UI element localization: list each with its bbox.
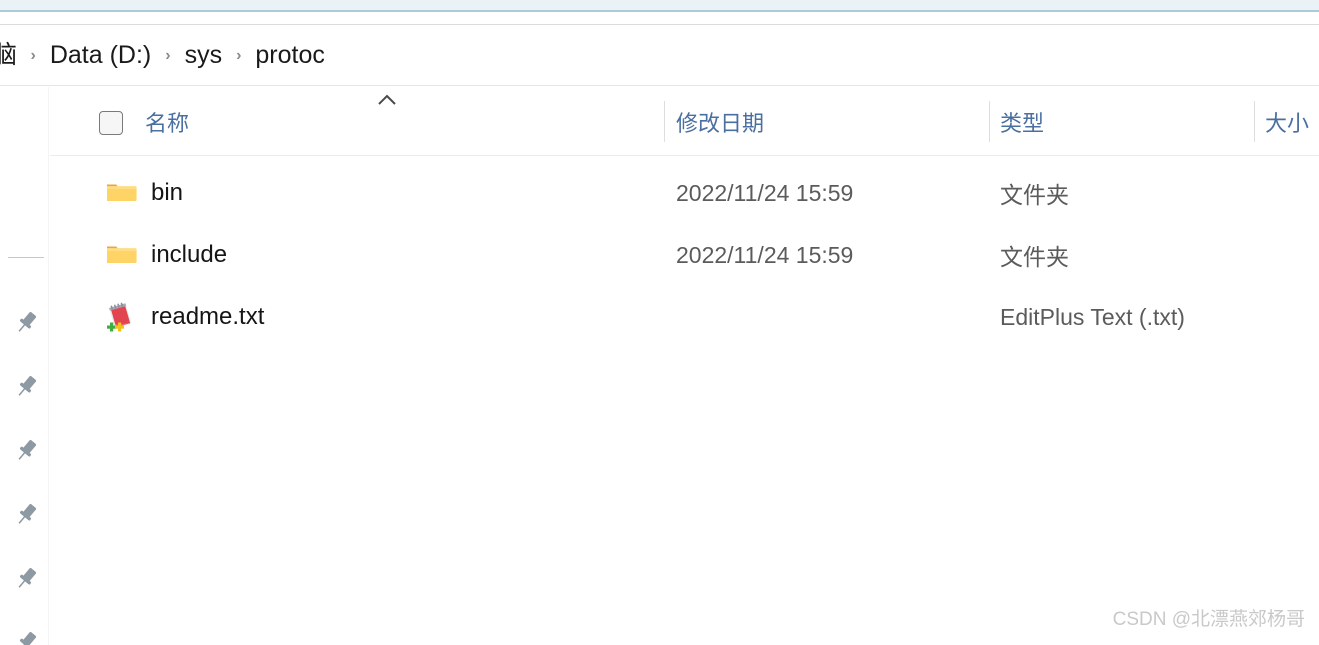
column-divider[interactable] [989,101,990,142]
file-name-cell: bin [105,162,183,224]
file-name-label: bin [151,179,184,206]
file-date-cell: 2022/11/24 15:59 [676,224,853,286]
column-header-name[interactable]: 名称 [145,87,664,156]
csdn-watermark: CSDN @北漂燕郊杨哥 [1112,609,1305,630]
file-type-cell: 文件夹 [1000,162,1069,224]
window-toolbar-strip [0,12,1319,25]
folder-icon [105,239,137,271]
column-divider[interactable] [664,101,665,142]
file-name-cell: include [105,224,227,286]
nav-divider [8,257,44,258]
file-date-label: 2022/11/24 15:59 [676,241,854,268]
file-type-cell: EditPlus Text (.txt) [1000,286,1185,348]
breadcrumb: 脑 › Data (D:) › sys › protoc [0,26,1319,86]
column-header-type[interactable]: 类型 [1000,87,1253,156]
navigation-pane [0,87,49,645]
file-date-label: 2022/11/24 15:59 [676,179,854,206]
file-list-pane: 名称 修改日期 类型 大小 bin 2022/11/24 15:59 文件夹 i… [50,87,1319,645]
pin-icon[interactable] [12,629,40,645]
breadcrumb-separator-icon: › [236,46,242,64]
column-header-size-label: 大小 [1265,110,1310,136]
table-row[interactable]: bin 2022/11/24 15:59 文件夹 [50,162,1319,224]
file-type-label: EditPlus Text (.txt) [1000,303,1185,330]
pin-icon[interactable] [12,309,40,337]
pin-icon[interactable] [12,565,40,593]
breadcrumb-item-data-drive[interactable]: Data (D:) [48,40,153,71]
pin-icon[interactable] [12,373,40,401]
column-header-row: 名称 修改日期 类型 大小 [50,87,1319,156]
window-accent-strip [0,0,1319,12]
column-header-size[interactable]: 大小 [1265,87,1319,156]
select-all-checkbox[interactable] [99,111,123,135]
column-header-date-modified-label: 修改日期 [676,110,765,136]
column-divider[interactable] [1254,101,1255,142]
editplus-text-file-icon [105,301,137,333]
file-date-cell: 2022/11/24 15:59 [676,162,853,224]
file-name-label: include [151,241,228,268]
file-name-cell: readme.txt [105,286,264,348]
table-row[interactable]: readme.txt EditPlus Text (.txt) [50,286,1319,348]
breadcrumb-item-protoc[interactable]: protoc [253,40,326,71]
file-type-label: 文件夹 [1000,244,1069,270]
column-header-name-label: 名称 [145,110,190,136]
file-name-label: readme.txt [151,303,265,330]
breadcrumb-separator-icon: › [30,46,36,64]
pin-icon[interactable] [12,437,40,465]
file-type-label: 文件夹 [1000,182,1069,208]
breadcrumb-item-sys[interactable]: sys [183,40,225,71]
folder-icon [105,177,137,209]
file-type-cell: 文件夹 [1000,224,1069,286]
breadcrumb-item-this-pc[interactable]: 脑 [0,40,19,71]
column-header-type-label: 类型 [1000,110,1045,136]
pin-icon[interactable] [12,501,40,529]
column-header-date-modified[interactable]: 修改日期 [676,87,989,156]
table-row[interactable]: include 2022/11/24 15:59 文件夹 [50,224,1319,286]
breadcrumb-separator-icon: › [165,46,171,64]
